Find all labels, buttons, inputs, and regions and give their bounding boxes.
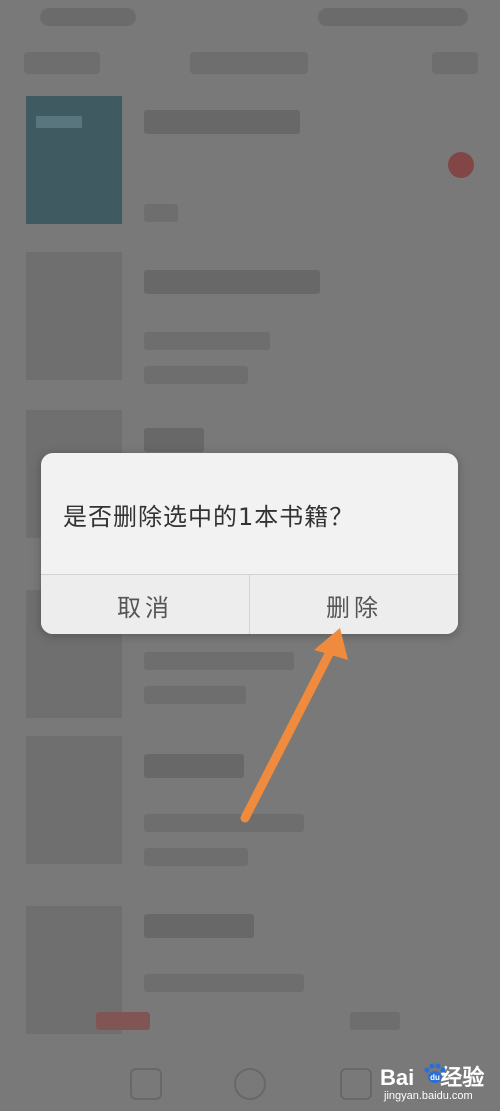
paw-logo-icon: du (424, 1063, 446, 1083)
watermark-url: jingyan.baidu.com (384, 1090, 473, 1102)
screen: 是否删除选中的1本书籍？ 取消 删除 Bai 经验 du jingyan.baid… (0, 0, 500, 1111)
delete-confirm-dialog: 是否删除选中的1本书籍？ 取消 删除 (41, 453, 458, 634)
cancel-button[interactable]: 取消 (41, 575, 249, 634)
dialog-message: 是否删除选中的1本书籍？ (63, 503, 355, 531)
delete-button[interactable]: 删除 (249, 575, 458, 634)
svg-text:du: du (430, 1073, 440, 1082)
watermark: Bai 经验 du jingyan.baidu.com (380, 1060, 490, 1106)
dialog-actions: 取消 删除 (41, 574, 458, 634)
